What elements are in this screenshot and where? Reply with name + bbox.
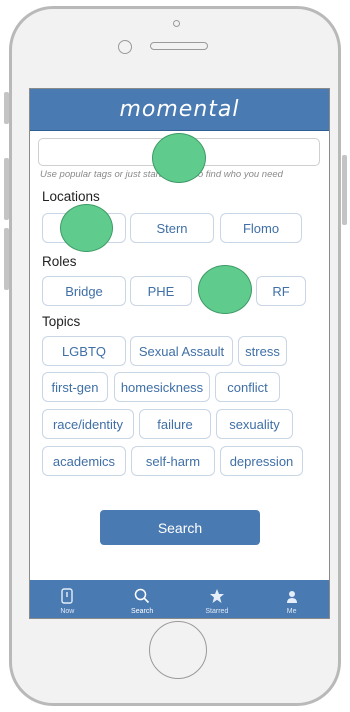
topic-chip-conflict[interactable]: conflict [215, 372, 280, 402]
role-chip-bridge[interactable]: Bridge [42, 276, 126, 306]
topic-chip-stress[interactable]: stress [238, 336, 287, 366]
tab-search[interactable]: Search [105, 580, 180, 618]
topic-chip-lgbtq[interactable]: LGBTQ [42, 336, 126, 366]
tab-me[interactable]: Me [254, 580, 329, 618]
topic-chip-first-gen[interactable]: first-gen [42, 372, 108, 402]
marker-dot [198, 265, 252, 314]
home-button[interactable] [149, 621, 207, 679]
topics-label: Topics [42, 314, 81, 329]
marker-dot [152, 133, 206, 183]
locations-label: Locations [42, 189, 100, 204]
role-chip-rf[interactable]: RF [256, 276, 306, 306]
earpiece-speaker [150, 42, 208, 50]
roles-label: Roles [42, 254, 77, 269]
app-title: momental [119, 97, 240, 122]
power-button [342, 155, 347, 225]
star-icon [209, 588, 225, 606]
marker-dot [60, 204, 113, 252]
front-camera [118, 40, 132, 54]
search-button[interactable]: Search [100, 510, 260, 545]
topic-chip-homesickness[interactable]: homesickness [114, 372, 210, 402]
tab-now[interactable]: Now [30, 580, 105, 618]
volume-up-button [4, 158, 9, 220]
tab-now-label: Now [60, 608, 75, 615]
app-screen: momental Use popular tags or just start … [29, 88, 330, 619]
tab-starred-label: Starred [205, 608, 229, 615]
tab-search-label: Search [131, 608, 154, 615]
role-chip-phe[interactable]: PHE [130, 276, 192, 306]
phone-icon [61, 588, 74, 606]
topic-chip-self-harm[interactable]: self-harm [131, 446, 215, 476]
location-chip-stern[interactable]: Stern [130, 213, 214, 243]
search-icon [134, 588, 150, 606]
topic-chip-sexual-assault[interactable]: Sexual Assault [130, 336, 233, 366]
tab-me-label: Me [286, 608, 297, 615]
topic-chip-academics[interactable]: academics [42, 446, 126, 476]
topic-chip-depression[interactable]: depression [220, 446, 303, 476]
topic-chip-sexuality[interactable]: sexuality [216, 409, 293, 439]
topic-chip-failure[interactable]: failure [139, 409, 211, 439]
proximity-sensor [173, 20, 180, 27]
tab-bar: Now Search Starred Me [30, 580, 329, 618]
volume-down-button [4, 228, 9, 290]
location-chip-flomo[interactable]: Flomo [220, 213, 302, 243]
app-header: momental [30, 89, 329, 131]
topic-chip-race-identity[interactable]: race/identity [42, 409, 134, 439]
mute-switch [4, 92, 9, 124]
tab-starred[interactable]: Starred [180, 580, 255, 618]
person-icon [286, 590, 298, 606]
